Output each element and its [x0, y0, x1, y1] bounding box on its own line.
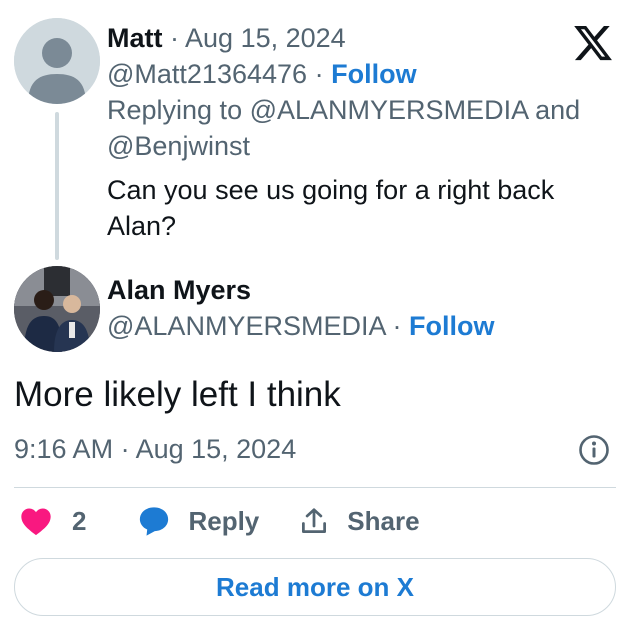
parent-follow-link[interactable]: Follow: [331, 59, 416, 89]
parent-tweet-date[interactable]: Aug 15, 2024: [185, 23, 346, 53]
like-count: 2: [72, 505, 87, 536]
main-tweet-header: Alan Myers @ALANMYERSMEDIA · Follow: [107, 272, 495, 344]
author-photo-avatar[interactable]: [14, 266, 100, 352]
separator-dot: ·: [392, 311, 402, 341]
replying-to-user-link[interactable]: @ALANMYERSMEDIA: [250, 95, 528, 125]
separator-dot: ·: [314, 59, 324, 89]
heart-icon: [21, 508, 51, 536]
tweet-timestamp[interactable]: 9:16 AM · Aug 15, 2024: [14, 431, 296, 467]
replying-to-prefix: Replying to: [107, 95, 243, 125]
x-logo-icon[interactable]: [572, 22, 614, 64]
parent-tweet-text-line: Alan?: [107, 211, 177, 241]
default-avatar-icon[interactable]: [14, 18, 100, 104]
thread-connector-line: [55, 112, 59, 260]
main-tweet-text: More likely left I think: [14, 375, 341, 414]
action-bar: 2 Reply Share: [14, 502, 420, 540]
replying-to-user-link[interactable]: @Benjwinst: [107, 131, 250, 161]
main-author-name[interactable]: Alan Myers: [107, 275, 251, 305]
parent-tweet-text-line: Can you see us going for a right back: [107, 175, 555, 205]
replying-to-line: Replying to @ALANMYERSMEDIA and: [107, 92, 580, 128]
share-icon: [302, 508, 327, 533]
share-label: Share: [347, 505, 420, 536]
parent-author-handle[interactable]: @Matt21364476: [107, 59, 307, 89]
reply-label: Reply: [188, 505, 260, 536]
parent-tweet-text: Can you see us going for a right back Al…: [107, 172, 577, 244]
parent-tweet-header: Matt · Aug 15, 2024 @Matt21364476 · Foll…: [107, 20, 580, 164]
replying-joiner: and: [535, 95, 581, 125]
main-author-handle[interactable]: @ALANMYERSMEDIA: [107, 311, 385, 341]
divider: [14, 487, 616, 488]
reply-bubble-icon: [140, 507, 169, 536]
parent-author-name[interactable]: Matt: [107, 23, 163, 53]
like-button[interactable]: 2: [20, 506, 86, 537]
info-icon[interactable]: [578, 434, 610, 466]
share-button[interactable]: Share: [299, 505, 420, 537]
read-more-button[interactable]: Read more on X: [14, 558, 616, 616]
reply-button[interactable]: Reply: [138, 505, 259, 537]
separator-dot: ·: [170, 23, 180, 53]
main-follow-link[interactable]: Follow: [409, 311, 494, 341]
